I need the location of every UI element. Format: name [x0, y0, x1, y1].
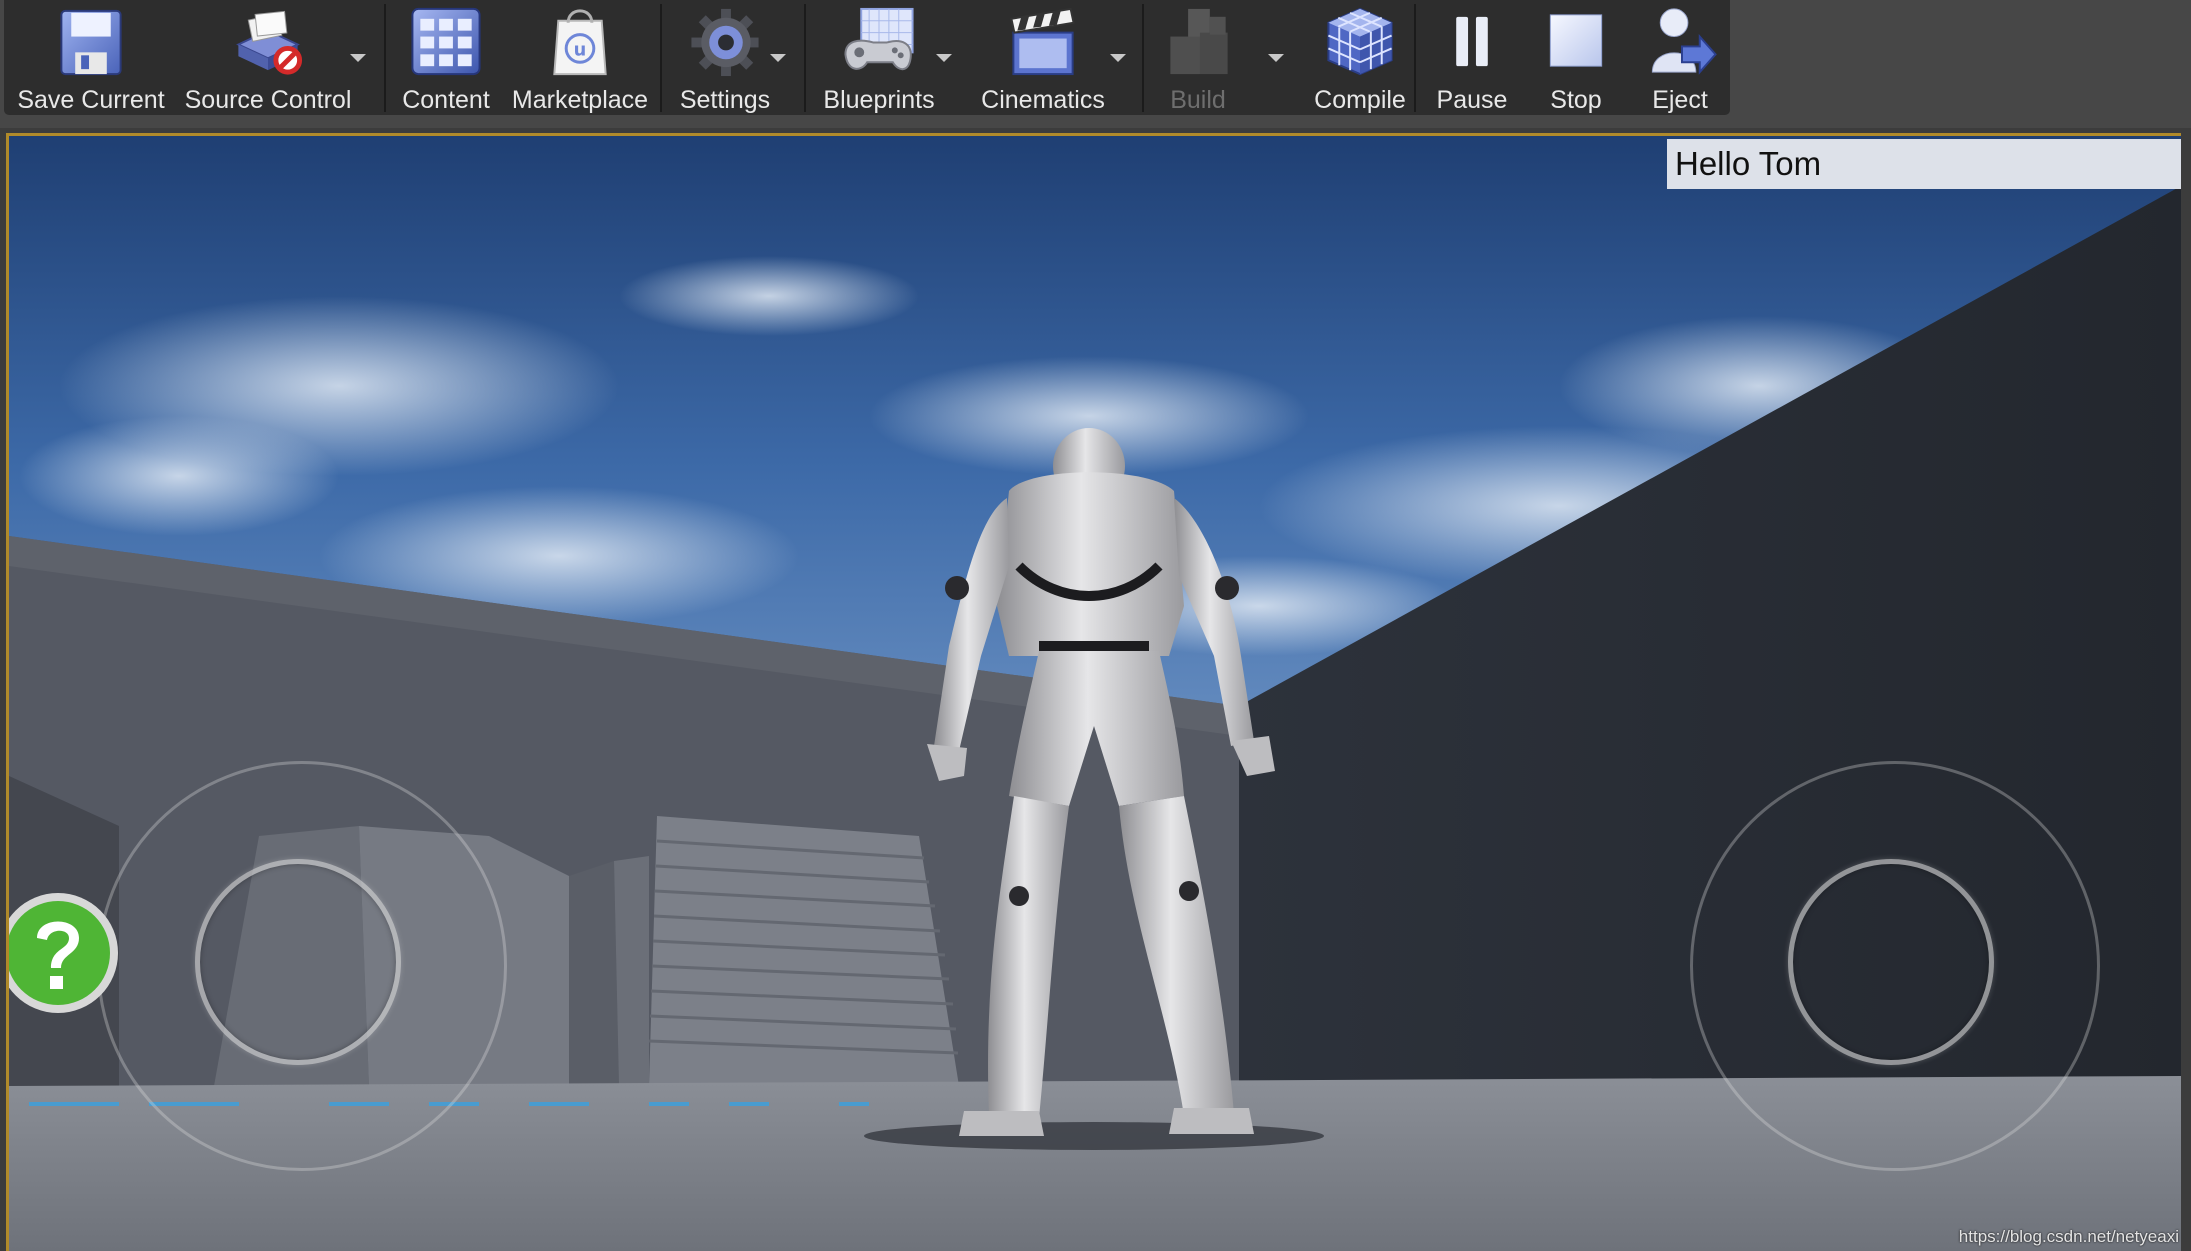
editor-toolbar-area: Save Current Source Control Content u Ma…: [0, 0, 2191, 128]
blueprint-gamepad-icon: [844, 7, 914, 71]
shopping-bag-icon: u: [553, 9, 607, 76]
blueprints-label: Blueprints: [823, 86, 935, 114]
compile-cubes-icon: [1327, 7, 1393, 76]
watermark-url: https://blog.csdn.net/netyeaxi: [1958, 1227, 2179, 1246]
stop-label: Stop: [1550, 86, 1602, 114]
eject-person-icon: [1651, 8, 1717, 75]
content-label: Content: [402, 86, 490, 114]
marketplace-button[interactable]: u Marketplace: [506, 0, 654, 115]
compile-label: Compile: [1314, 86, 1406, 114]
gear-icon: [691, 8, 759, 77]
toolbar-separator: [660, 4, 662, 112]
cinematics-dropdown-arrow[interactable]: [1110, 54, 1126, 62]
compile-button[interactable]: Compile: [1304, 0, 1416, 115]
left-virtual-joystick[interactable]: [97, 761, 507, 1171]
cinematics-label: Cinematics: [981, 86, 1105, 114]
hello-text-widget: Hello Tom: [1667, 139, 2181, 189]
help-question-icon[interactable]: [6, 888, 123, 1018]
pause-icon: [1456, 16, 1488, 67]
build-label: Build: [1170, 86, 1226, 114]
toolbar-separator: [1142, 4, 1144, 112]
content-browser-icon: [411, 7, 481, 76]
build-blocks-icon: [1170, 8, 1228, 75]
clapperboard-icon: [1010, 7, 1075, 76]
settings-dropdown-arrow[interactable]: [770, 54, 786, 62]
right-joystick-thumb[interactable]: [1788, 859, 1994, 1065]
blueprints-button[interactable]: Blueprints: [810, 0, 948, 115]
stop-icon: [1549, 14, 1603, 67]
left-joystick-thumb[interactable]: [195, 859, 401, 1065]
game-viewport[interactable]: Hello Tom https://blog.csdn.net/netyeaxi: [6, 133, 2181, 1251]
source-control-dropdown-arrow[interactable]: [350, 54, 366, 62]
save-current-label: Save Current: [17, 86, 165, 114]
settings-button[interactable]: Settings: [666, 0, 784, 115]
pause-button[interactable]: Pause: [1424, 0, 1520, 115]
save-current-button[interactable]: Save Current: [6, 0, 176, 115]
editor-toolbar: Save Current Source Control Content u Ma…: [4, 0, 1730, 115]
settings-label: Settings: [679, 86, 771, 114]
right-virtual-joystick[interactable]: [1690, 761, 2100, 1171]
eject-button[interactable]: Eject: [1630, 0, 1730, 115]
floppy-disk-icon: [60, 9, 122, 76]
source-control-icon: [236, 10, 303, 75]
blueprints-dropdown-arrow[interactable]: [936, 54, 952, 62]
svg-text:u: u: [574, 40, 587, 60]
stairs: [648, 816, 959, 1086]
eject-label: Eject: [1652, 86, 1708, 114]
cinematics-button[interactable]: Cinematics: [970, 0, 1116, 115]
toolbar-separator: [804, 4, 806, 112]
marketplace-label: Marketplace: [511, 86, 649, 114]
content-button[interactable]: Content: [390, 0, 502, 115]
toolbar-separator: [384, 4, 386, 112]
source-control-label: Source Control: [184, 86, 352, 114]
toolbar-separator: [1414, 4, 1416, 112]
build-button[interactable]: Build: [1148, 0, 1248, 115]
source-control-button[interactable]: Source Control: [180, 0, 356, 115]
pause-label: Pause: [1436, 86, 1508, 114]
stop-button[interactable]: Stop: [1528, 0, 1624, 115]
build-dropdown-arrow[interactable]: [1268, 54, 1284, 62]
